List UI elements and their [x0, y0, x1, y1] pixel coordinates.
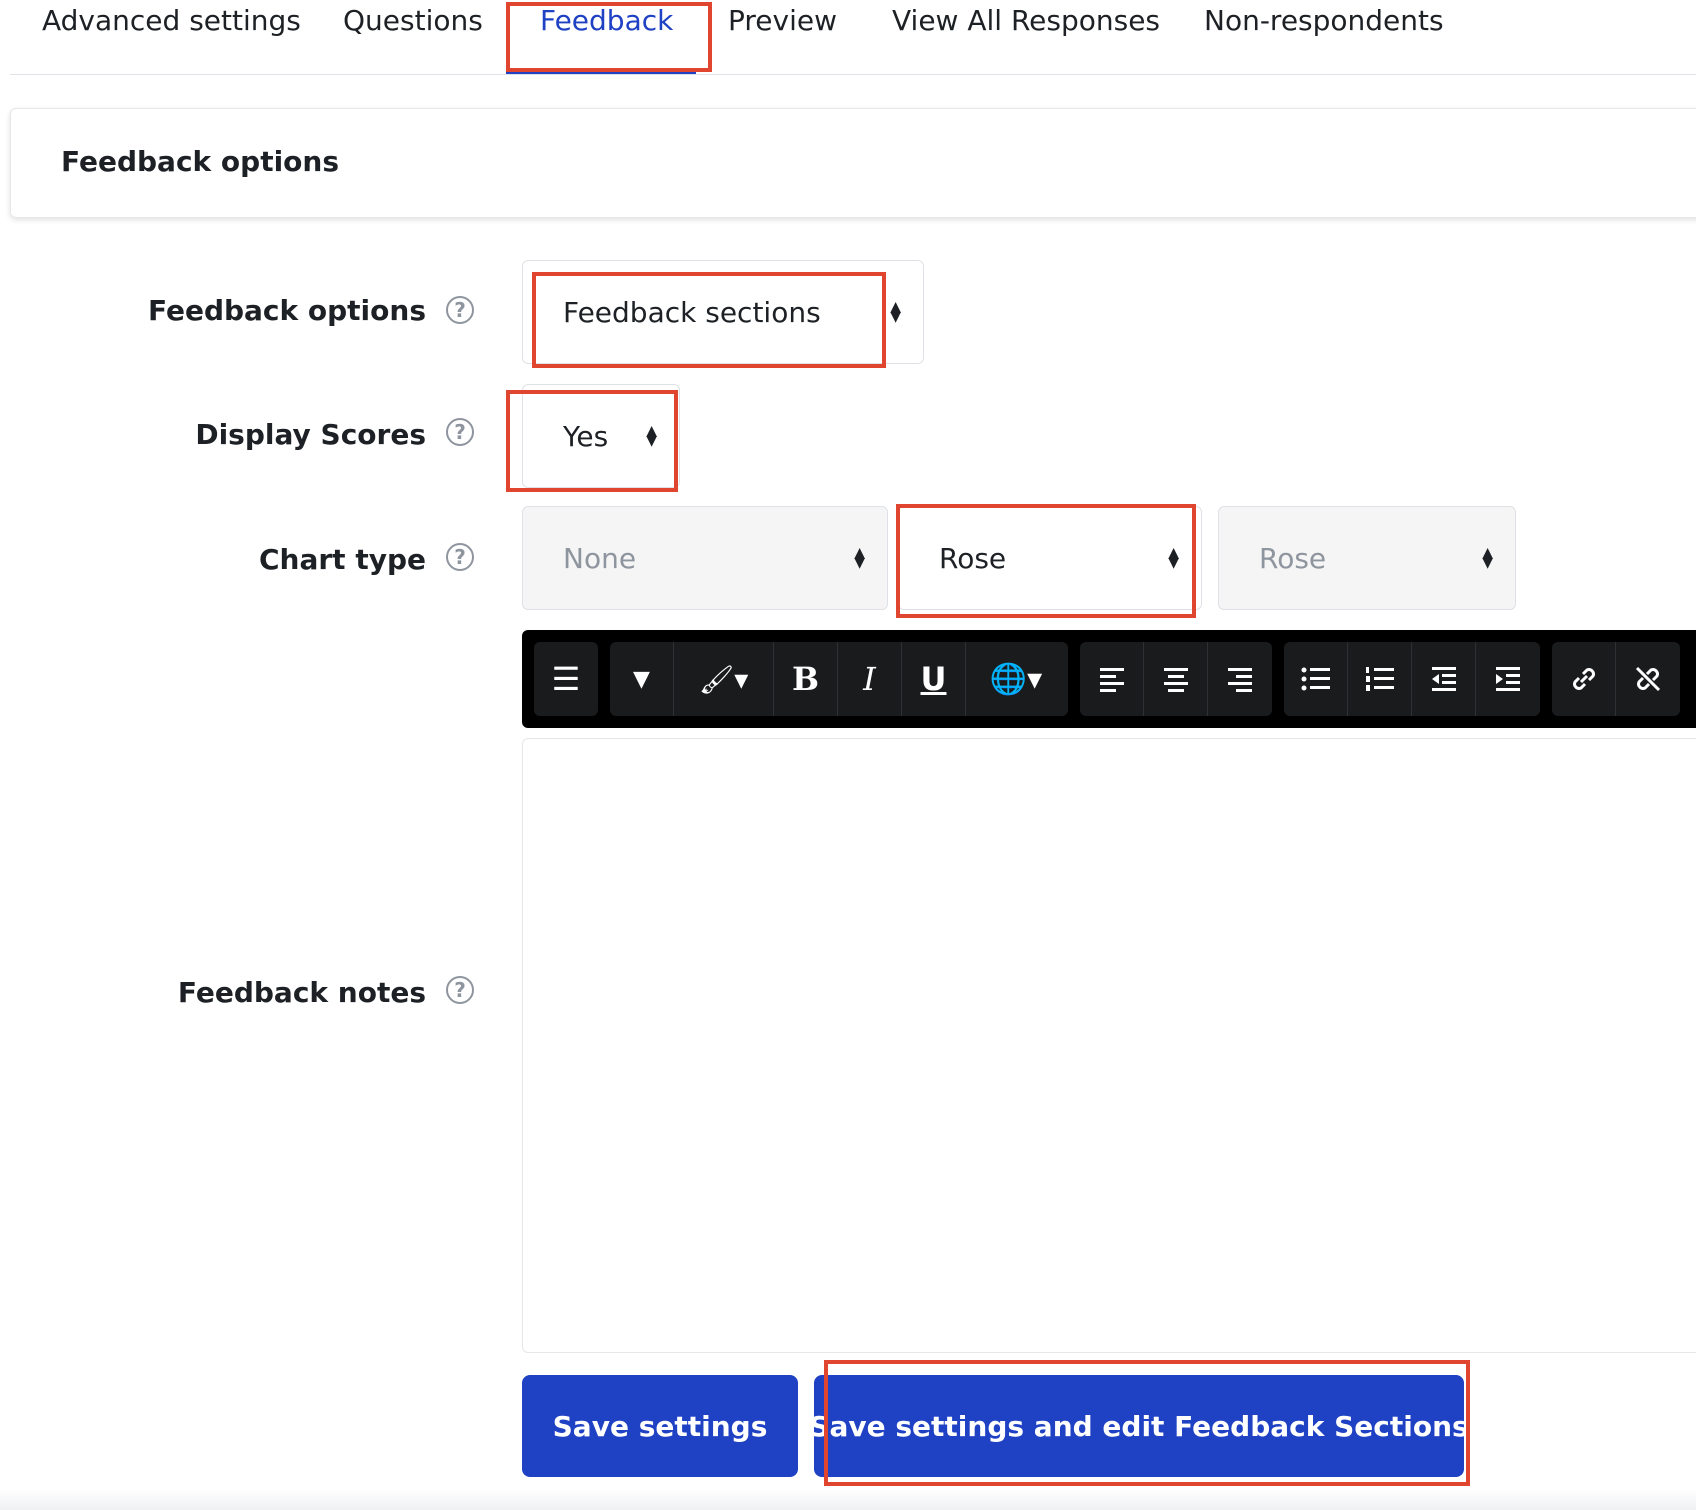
chart-type-value-3: Rose: [1259, 541, 1327, 575]
chart-type-label: Chart type: [259, 543, 426, 576]
bullet-list-icon[interactable]: [1284, 642, 1348, 716]
help-icon[interactable]: ?: [446, 418, 474, 446]
feedback-notes-editor[interactable]: [522, 738, 1696, 1353]
section-title: Feedback options: [61, 145, 340, 178]
chart-type-select-3[interactable]: Rose ▲ ▼: [1218, 506, 1516, 610]
bold-icon[interactable]: B: [774, 642, 838, 716]
feedback-options-value: Feedback sections: [563, 295, 821, 329]
unlink-icon[interactable]: [1616, 642, 1680, 716]
tab-view-all-responses[interactable]: View All Responses: [892, 4, 1160, 37]
select-caret-icon: ▲ ▼: [1168, 545, 1179, 571]
select-caret-icon: ▲ ▼: [854, 545, 865, 571]
display-scores-value: Yes: [563, 419, 609, 453]
align-left-icon[interactable]: [1080, 642, 1144, 716]
toolbar-group: [1552, 642, 1680, 716]
help-icon[interactable]: ?: [446, 976, 474, 1004]
page-bottom-shadow: [0, 1490, 1696, 1510]
menu-icon[interactable]: ☰: [534, 642, 598, 716]
select-caret-icon: ▲ ▼: [1482, 545, 1493, 571]
display-scores-select[interactable]: Yes ▲ ▼: [522, 384, 680, 488]
display-scores-label: Display Scores: [195, 418, 426, 451]
outdent-icon[interactable]: [1412, 642, 1476, 716]
help-icon[interactable]: ?: [446, 296, 474, 324]
feedback-options-label: Feedback options: [147, 294, 426, 327]
underline-icon[interactable]: U: [902, 642, 966, 716]
editor-toolbar: ☰ ▼ 🖌▾ B I U 🌐▾: [522, 630, 1696, 728]
save-settings-button[interactable]: Save settings: [522, 1375, 798, 1477]
save-and-edit-feedback-sections-button[interactable]: Save settings and edit Feedback Sections: [809, 1375, 1469, 1477]
toolbar-group: [1080, 642, 1272, 716]
select-caret-icon: ▲ ▼: [646, 423, 657, 449]
align-right-icon[interactable]: [1208, 642, 1272, 716]
link-icon[interactable]: [1552, 642, 1616, 716]
tab-preview[interactable]: Preview: [728, 4, 837, 37]
section-header: Feedback options: [10, 108, 1696, 218]
tab-divider: [10, 74, 1696, 75]
italic-icon[interactable]: I: [838, 642, 902, 716]
tab-non-respondents[interactable]: Non-respondents: [1204, 4, 1444, 37]
tab-questions[interactable]: Questions: [343, 4, 483, 37]
chart-type-value-1: None: [563, 541, 637, 575]
paintbrush-icon[interactable]: 🖌▾: [674, 642, 774, 716]
numbered-list-icon[interactable]: [1348, 642, 1412, 716]
globe-icon[interactable]: 🌐▾: [966, 642, 1066, 716]
toolbar-group: ☰: [534, 642, 598, 716]
help-icon[interactable]: ?: [446, 543, 474, 571]
dropdown-icon[interactable]: ▼: [610, 642, 674, 716]
feedback-options-select[interactable]: Feedback sections ▲ ▼: [522, 260, 924, 364]
select-caret-icon: ▲ ▼: [890, 299, 901, 325]
indent-icon[interactable]: [1476, 642, 1540, 716]
toolbar-group: ▼ 🖌▾ B I U 🌐▾: [610, 642, 1068, 716]
tab-feedback[interactable]: Feedback: [540, 4, 673, 37]
chart-type-select-2[interactable]: Rose ▲ ▼: [898, 506, 1202, 610]
chart-type-select-1[interactable]: None ▲ ▼: [522, 506, 888, 610]
tab-advanced-settings[interactable]: Advanced settings: [42, 4, 301, 37]
toolbar-group: [1284, 642, 1540, 716]
feedback-notes-label: Feedback notes: [177, 976, 426, 1009]
chart-type-value-2: Rose: [939, 541, 1007, 575]
align-center-icon[interactable]: [1144, 642, 1208, 716]
